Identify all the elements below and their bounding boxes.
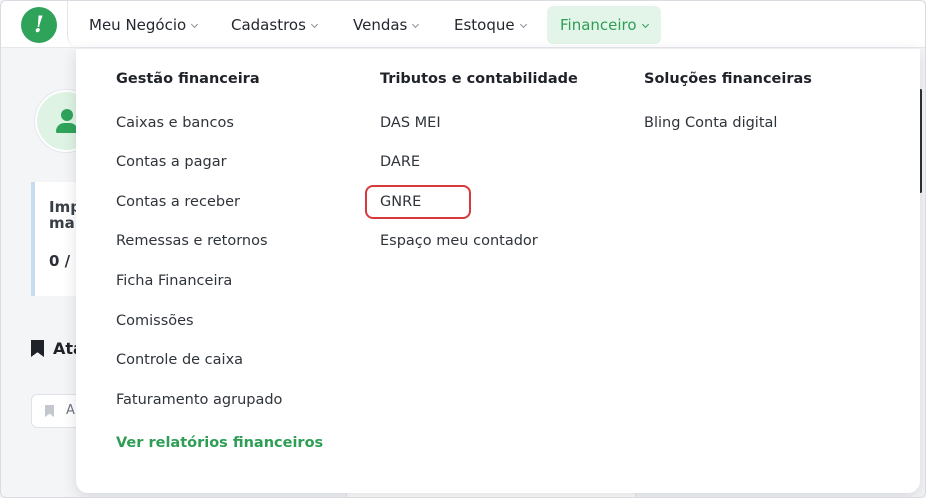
nav-financeiro-label: Financeiro <box>560 16 637 34</box>
menu-heading-gestao: Gestão financeira <box>116 71 260 87</box>
user-icon <box>61 109 73 121</box>
user-icon-body <box>56 123 78 133</box>
bookmark-icon <box>31 340 44 357</box>
menu-heading-solucoes: Soluções financeiras <box>644 71 812 87</box>
menu-link-relatorios-financeiros[interactable]: Ver relatórios financeiros <box>116 435 323 451</box>
top-navigation-bar: ! Meu Negócio Cadastros Vendas Estoque F… <box>1 1 925 49</box>
menu-link-controle-caixa[interactable]: Controle de caixa <box>116 352 243 368</box>
app-logo[interactable]: ! <box>21 7 57 43</box>
menu-link-espaco-contador[interactable]: Espaço meu contador <box>380 233 538 249</box>
chevron-down-icon <box>412 20 420 29</box>
menu-link-ficha-financeira[interactable]: Ficha Financeira <box>116 273 232 289</box>
nav-vendas[interactable]: Vendas <box>353 6 420 44</box>
menu-link-comissoes[interactable]: Comissões <box>116 313 194 329</box>
menu-heading-tributos: Tributos e contabilidade <box>380 71 578 87</box>
app-window: Imp mai 0 / : Ata A ! Meu Negócio Cadast… <box>0 0 926 498</box>
chevron-down-icon <box>191 20 199 29</box>
nav-meu-negocio[interactable]: Meu Negócio <box>89 6 199 44</box>
gnre-highlight-box <box>365 185 471 219</box>
chevron-down-icon <box>641 20 649 29</box>
menu-link-dare[interactable]: DARE <box>380 154 420 170</box>
menu-link-das-mei[interactable]: DAS MEI <box>380 115 441 131</box>
financeiro-dropdown-menu: Gestão financeira Caixas e bancos Contas… <box>76 49 920 493</box>
nav-vendas-label: Vendas <box>353 16 408 34</box>
background-chip-text: A <box>66 403 75 418</box>
menu-link-contas-pagar[interactable]: Contas a pagar <box>116 154 227 170</box>
menu-link-remessas-retornos[interactable]: Remessas e retornos <box>116 233 268 249</box>
nav-meu-negocio-label: Meu Negócio <box>89 16 187 34</box>
menu-link-contas-receber[interactable]: Contas a receber <box>116 194 240 210</box>
nav-estoque[interactable]: Estoque <box>454 6 527 44</box>
nav-estoque-label: Estoque <box>454 16 515 34</box>
bookmark-outline-icon <box>45 405 54 417</box>
menu-link-caixas-bancos[interactable]: Caixas e bancos <box>116 115 234 131</box>
nav-cadastros-label: Cadastros <box>231 16 306 34</box>
nav-financeiro[interactable]: Financeiro <box>547 6 661 44</box>
chevron-down-icon <box>310 20 318 29</box>
menu-link-bling-conta-digital[interactable]: Bling Conta digital <box>644 115 777 131</box>
nav-cadastros[interactable]: Cadastros <box>231 6 318 44</box>
menu-link-faturamento-agrupado[interactable]: Faturamento agrupado <box>116 392 282 408</box>
chevron-down-icon <box>519 20 527 29</box>
topbar-divider <box>67 1 81 49</box>
